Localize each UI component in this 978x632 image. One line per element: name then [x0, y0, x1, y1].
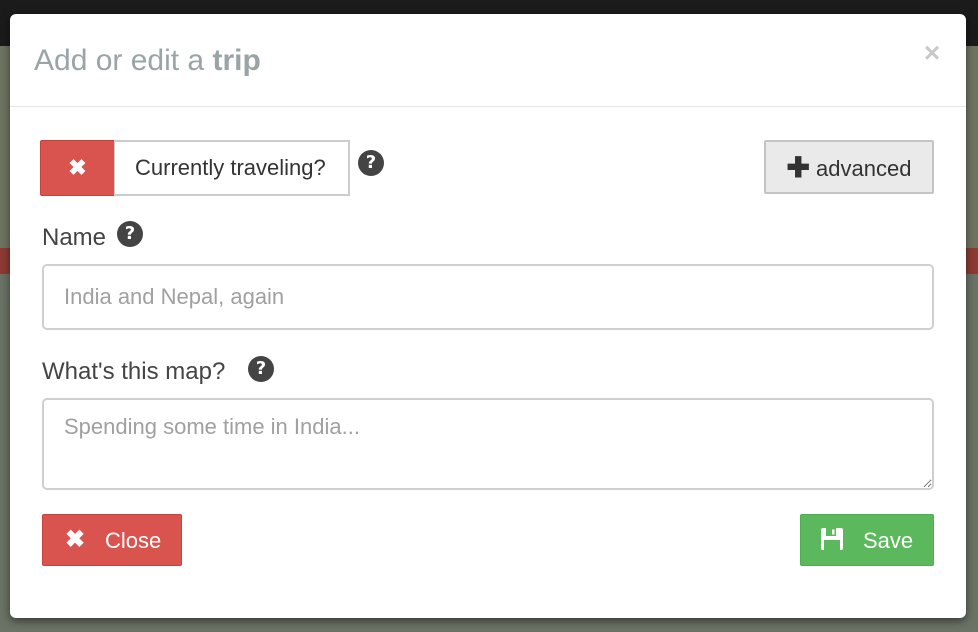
modal-header: Add or edit a trip ×: [10, 14, 966, 107]
times-icon: ✖: [68, 155, 87, 180]
advanced-label: advanced: [816, 156, 912, 181]
plus-icon: ✚: [786, 152, 811, 183]
save-button-label: Save: [863, 528, 914, 553]
close-button[interactable]: ✖ Close: [42, 514, 182, 566]
advanced-button[interactable]: ✚ advanced: [764, 140, 934, 194]
close-button-label: Close: [105, 528, 162, 553]
question-circle-icon[interactable]: ?: [358, 150, 384, 176]
currently-traveling-toggle[interactable]: ✖: [40, 140, 115, 196]
modal-close-icon[interactable]: ×: [920, 39, 944, 67]
trip-modal: Add or edit a trip × ✖ Currently traveli…: [10, 14, 966, 618]
name-input[interactable]: [42, 264, 934, 330]
modal-title: Add or edit a trip: [34, 44, 261, 78]
name-label-text: Name: [42, 224, 107, 251]
floppy-disk-icon: [821, 528, 843, 550]
modal-title-prefix: Add or edit a: [34, 44, 205, 77]
map-description-label: What's this map?: [42, 358, 225, 386]
question-circle-icon[interactable]: ?: [117, 221, 143, 247]
currently-traveling-label[interactable]: Currently traveling?: [114, 140, 350, 196]
save-button[interactable]: Save: [800, 514, 934, 566]
map-description-label-text: What's this map?: [42, 358, 226, 385]
name-label: Name: [42, 224, 106, 252]
modal-title-emphasis: trip: [212, 44, 261, 77]
question-circle-icon[interactable]: ?: [248, 356, 274, 382]
times-icon: ✖: [65, 526, 86, 553]
map-description-textarea[interactable]: [42, 398, 934, 490]
